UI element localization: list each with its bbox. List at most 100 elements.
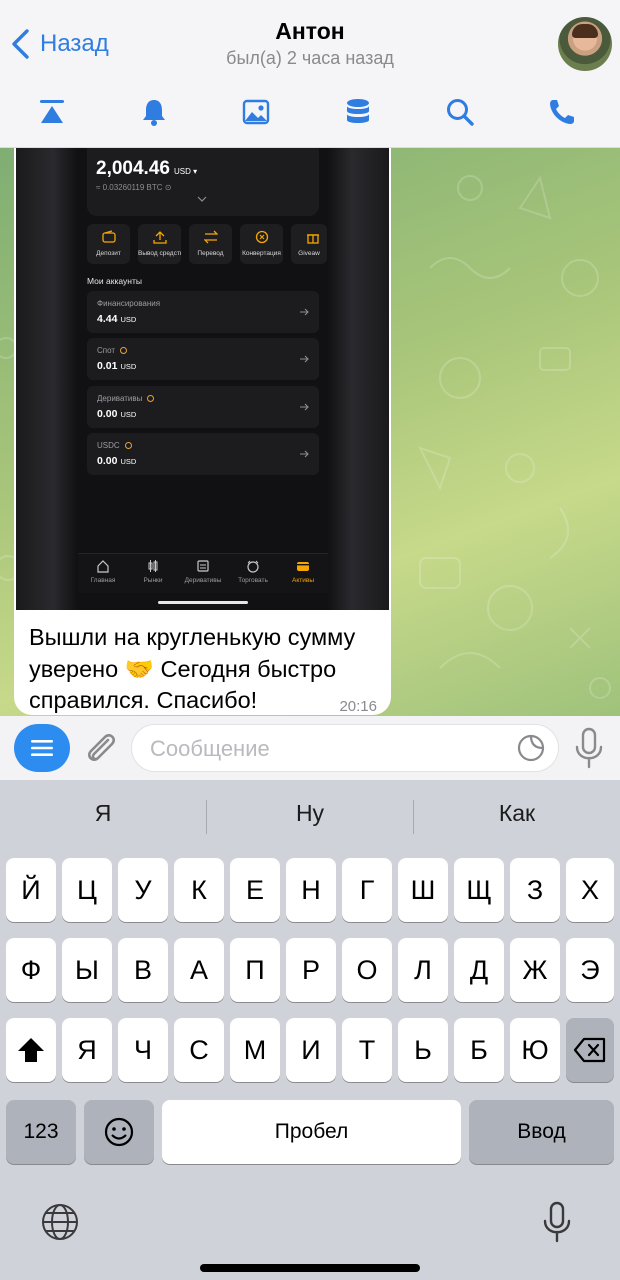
bell-icon[interactable] xyxy=(134,94,174,130)
action-giveaway: Giveaw xyxy=(291,224,327,264)
key[interactable]: Е xyxy=(230,858,280,922)
upload-icon xyxy=(153,231,167,244)
chevron-down-icon xyxy=(197,196,207,202)
gift-icon xyxy=(307,234,319,244)
chat-title[interactable]: Антон xyxy=(0,18,620,45)
derivatives-icon xyxy=(197,560,209,572)
balance-currency: USD xyxy=(173,167,191,176)
key[interactable]: Г xyxy=(342,858,392,922)
account-row: Деривативы 0.00 USD xyxy=(87,386,319,428)
attach-icon[interactable] xyxy=(82,728,120,768)
key[interactable]: Щ xyxy=(454,858,504,922)
dictation-icon[interactable] xyxy=(540,1200,574,1244)
app-tabbar: Главная Рынки Деривативы Торговать Актив… xyxy=(78,553,328,593)
key[interactable]: Р xyxy=(286,938,336,1002)
home-indicator xyxy=(200,1264,420,1272)
suggestion-3[interactable]: Как xyxy=(414,800,620,834)
database-icon[interactable] xyxy=(338,94,378,130)
balance-value: 2,004.46 xyxy=(96,158,170,179)
attached-screenshot[interactable]: 2,004.46 USD ▾ ≈ 0.03260119 BTC ⊙ Депозит… xyxy=(16,148,389,610)
emoji-icon xyxy=(104,1117,134,1147)
arrow-right-icon xyxy=(300,450,309,458)
convert-icon xyxy=(255,230,269,244)
chat-header: Назад Антон был(а) 2 часа назад xyxy=(0,0,620,148)
key[interactable]: С xyxy=(174,1018,224,1082)
avatar[interactable] xyxy=(558,17,612,71)
key[interactable]: М xyxy=(230,1018,280,1082)
message-bubble[interactable]: 2,004.46 USD ▾ ≈ 0.03260119 BTC ⊙ Депозит… xyxy=(14,148,391,715)
eye-icon: ⊙ xyxy=(164,183,172,192)
backspace-key[interactable] xyxy=(566,1018,614,1082)
home-indicator xyxy=(158,601,248,604)
wallet-icon xyxy=(297,562,309,571)
key[interactable]: В xyxy=(118,938,168,1002)
message-field[interactable] xyxy=(131,724,559,772)
emoji-key[interactable] xyxy=(84,1100,154,1164)
account-row: USDC 0.00 USD xyxy=(87,433,319,475)
key[interactable]: Х xyxy=(566,858,614,922)
tab-derivatives: Деривативы xyxy=(178,559,228,593)
space-key[interactable]: Пробел xyxy=(162,1100,461,1164)
key[interactable]: Э xyxy=(566,938,614,1002)
phone-icon[interactable] xyxy=(542,94,582,130)
composer xyxy=(0,716,620,780)
tab-trade: Торговать xyxy=(228,559,278,593)
tab-markets: Рынки xyxy=(128,559,178,593)
key[interactable]: У xyxy=(118,858,168,922)
key[interactable]: Я xyxy=(62,1018,112,1082)
key[interactable]: Ф xyxy=(6,938,56,1002)
key[interactable]: О xyxy=(342,938,392,1002)
key[interactable]: Б xyxy=(454,1018,504,1082)
key[interactable]: Т xyxy=(342,1018,392,1082)
key[interactable]: Л xyxy=(398,938,448,1002)
enter-key[interactable]: Ввод xyxy=(469,1100,614,1164)
key[interactable]: Ы xyxy=(62,938,112,1002)
key[interactable]: П xyxy=(230,938,280,1002)
shift-icon xyxy=(18,1038,44,1062)
key[interactable]: Ч xyxy=(118,1018,168,1082)
account-row: Спот 0.01 USD xyxy=(87,338,319,380)
balance-card: 2,004.46 USD ▾ ≈ 0.03260119 BTC ⊙ xyxy=(87,148,319,216)
key[interactable]: Д xyxy=(454,938,504,1002)
key[interactable]: К xyxy=(174,858,224,922)
tab-assets: Активы xyxy=(278,559,328,593)
key[interactable]: Ж xyxy=(510,938,560,1002)
info-icon xyxy=(124,442,132,450)
microphone-icon[interactable] xyxy=(572,726,606,770)
transfer-icon xyxy=(204,230,218,244)
arrow-right-icon xyxy=(300,308,309,316)
action-convert: Конвертация xyxy=(240,224,283,264)
menu-button[interactable] xyxy=(14,724,70,772)
chat-area[interactable]: 2,004.46 USD ▾ ≈ 0.03260119 BTC ⊙ Депозит… xyxy=(0,148,620,716)
hamburger-icon xyxy=(31,740,53,756)
key[interactable]: А xyxy=(174,938,224,1002)
suggestion-2[interactable]: Ну xyxy=(207,800,413,834)
home-icon xyxy=(97,560,109,573)
candles-icon xyxy=(148,560,158,572)
numbers-key[interactable]: 123 xyxy=(6,1100,76,1164)
suggestion-1[interactable]: Я xyxy=(0,800,206,834)
search-icon[interactable] xyxy=(440,94,480,130)
action-deposit: Депозит xyxy=(87,224,130,264)
info-icon xyxy=(120,347,128,355)
key[interactable]: Ц xyxy=(62,858,112,922)
message-input[interactable] xyxy=(150,733,510,765)
keyboard: Я Ну Как Й Ц У К Е Н Г Ш Щ З Х Ф Ы В А П… xyxy=(0,780,620,1280)
key[interactable]: Н xyxy=(286,858,336,922)
image-icon[interactable] xyxy=(236,94,276,130)
trade-icon xyxy=(247,560,259,573)
sticker-icon[interactable] xyxy=(516,733,546,763)
key[interactable]: Ь xyxy=(398,1018,448,1082)
pin-top-icon[interactable] xyxy=(32,94,72,130)
key[interactable]: И xyxy=(286,1018,336,1082)
key[interactable]: Й xyxy=(6,858,56,922)
key[interactable]: З xyxy=(510,858,560,922)
globe-icon[interactable] xyxy=(40,1202,80,1242)
action-withdraw: Вывод средств xyxy=(138,224,181,264)
shift-key[interactable] xyxy=(6,1018,56,1082)
key[interactable]: Ю xyxy=(510,1018,560,1082)
key[interactable]: Ш xyxy=(398,858,448,922)
info-icon xyxy=(147,395,155,403)
backspace-icon xyxy=(573,1037,606,1063)
chat-toolbar xyxy=(0,94,620,130)
